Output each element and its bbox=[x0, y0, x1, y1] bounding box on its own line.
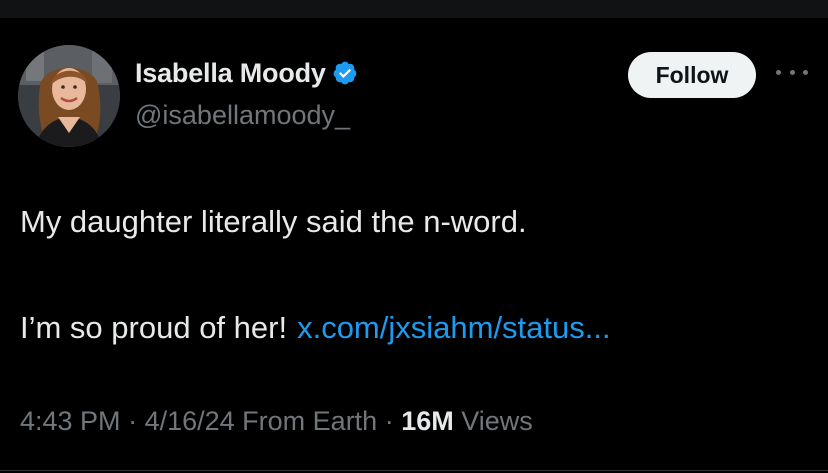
tweet-text-line-2-body: I’m so proud of her! bbox=[20, 310, 288, 345]
author-handle[interactable]: @isabellamoody_ bbox=[135, 100, 350, 131]
author-display-name[interactable]: Isabella Moody bbox=[135, 58, 326, 89]
tweet-card: Isabella Moody @isabellamoody_ Follow My… bbox=[0, 18, 828, 473]
author-name-row[interactable]: Isabella Moody bbox=[135, 56, 358, 90]
tweet-time[interactable]: 4:43 PM bbox=[20, 406, 121, 436]
more-dot bbox=[803, 69, 808, 75]
tweet-link[interactable]: x.com/jxsiahm/status... bbox=[297, 310, 611, 345]
tweet-text-line-1: My daughter literally said the n-word. bbox=[20, 204, 527, 239]
more-dot bbox=[776, 69, 781, 75]
top-status-strip bbox=[0, 0, 828, 18]
meta-separator: · bbox=[120, 406, 145, 436]
verified-badge-icon bbox=[332, 60, 358, 86]
tweet-date[interactable]: 4/16/24 bbox=[145, 406, 235, 436]
avatar-photo bbox=[18, 45, 120, 147]
tweet-text-line-2: I’m so proud of her! x.com/jxsiahm/status… bbox=[20, 310, 611, 346]
more-dot bbox=[789, 69, 795, 75]
more-horizontal-icon[interactable] bbox=[776, 64, 808, 80]
tweet-source: From Earth bbox=[242, 406, 378, 436]
views-count[interactable]: 16M bbox=[401, 406, 454, 436]
tweet-meta: 4:43 PM · 4/16/24 From Earth · 16M Views bbox=[20, 406, 533, 437]
avatar[interactable] bbox=[18, 45, 120, 147]
follow-button[interactable]: Follow bbox=[628, 52, 756, 98]
divider bbox=[0, 470, 828, 471]
views-label[interactable]: Views bbox=[461, 406, 533, 436]
meta-separator: · bbox=[377, 406, 402, 436]
